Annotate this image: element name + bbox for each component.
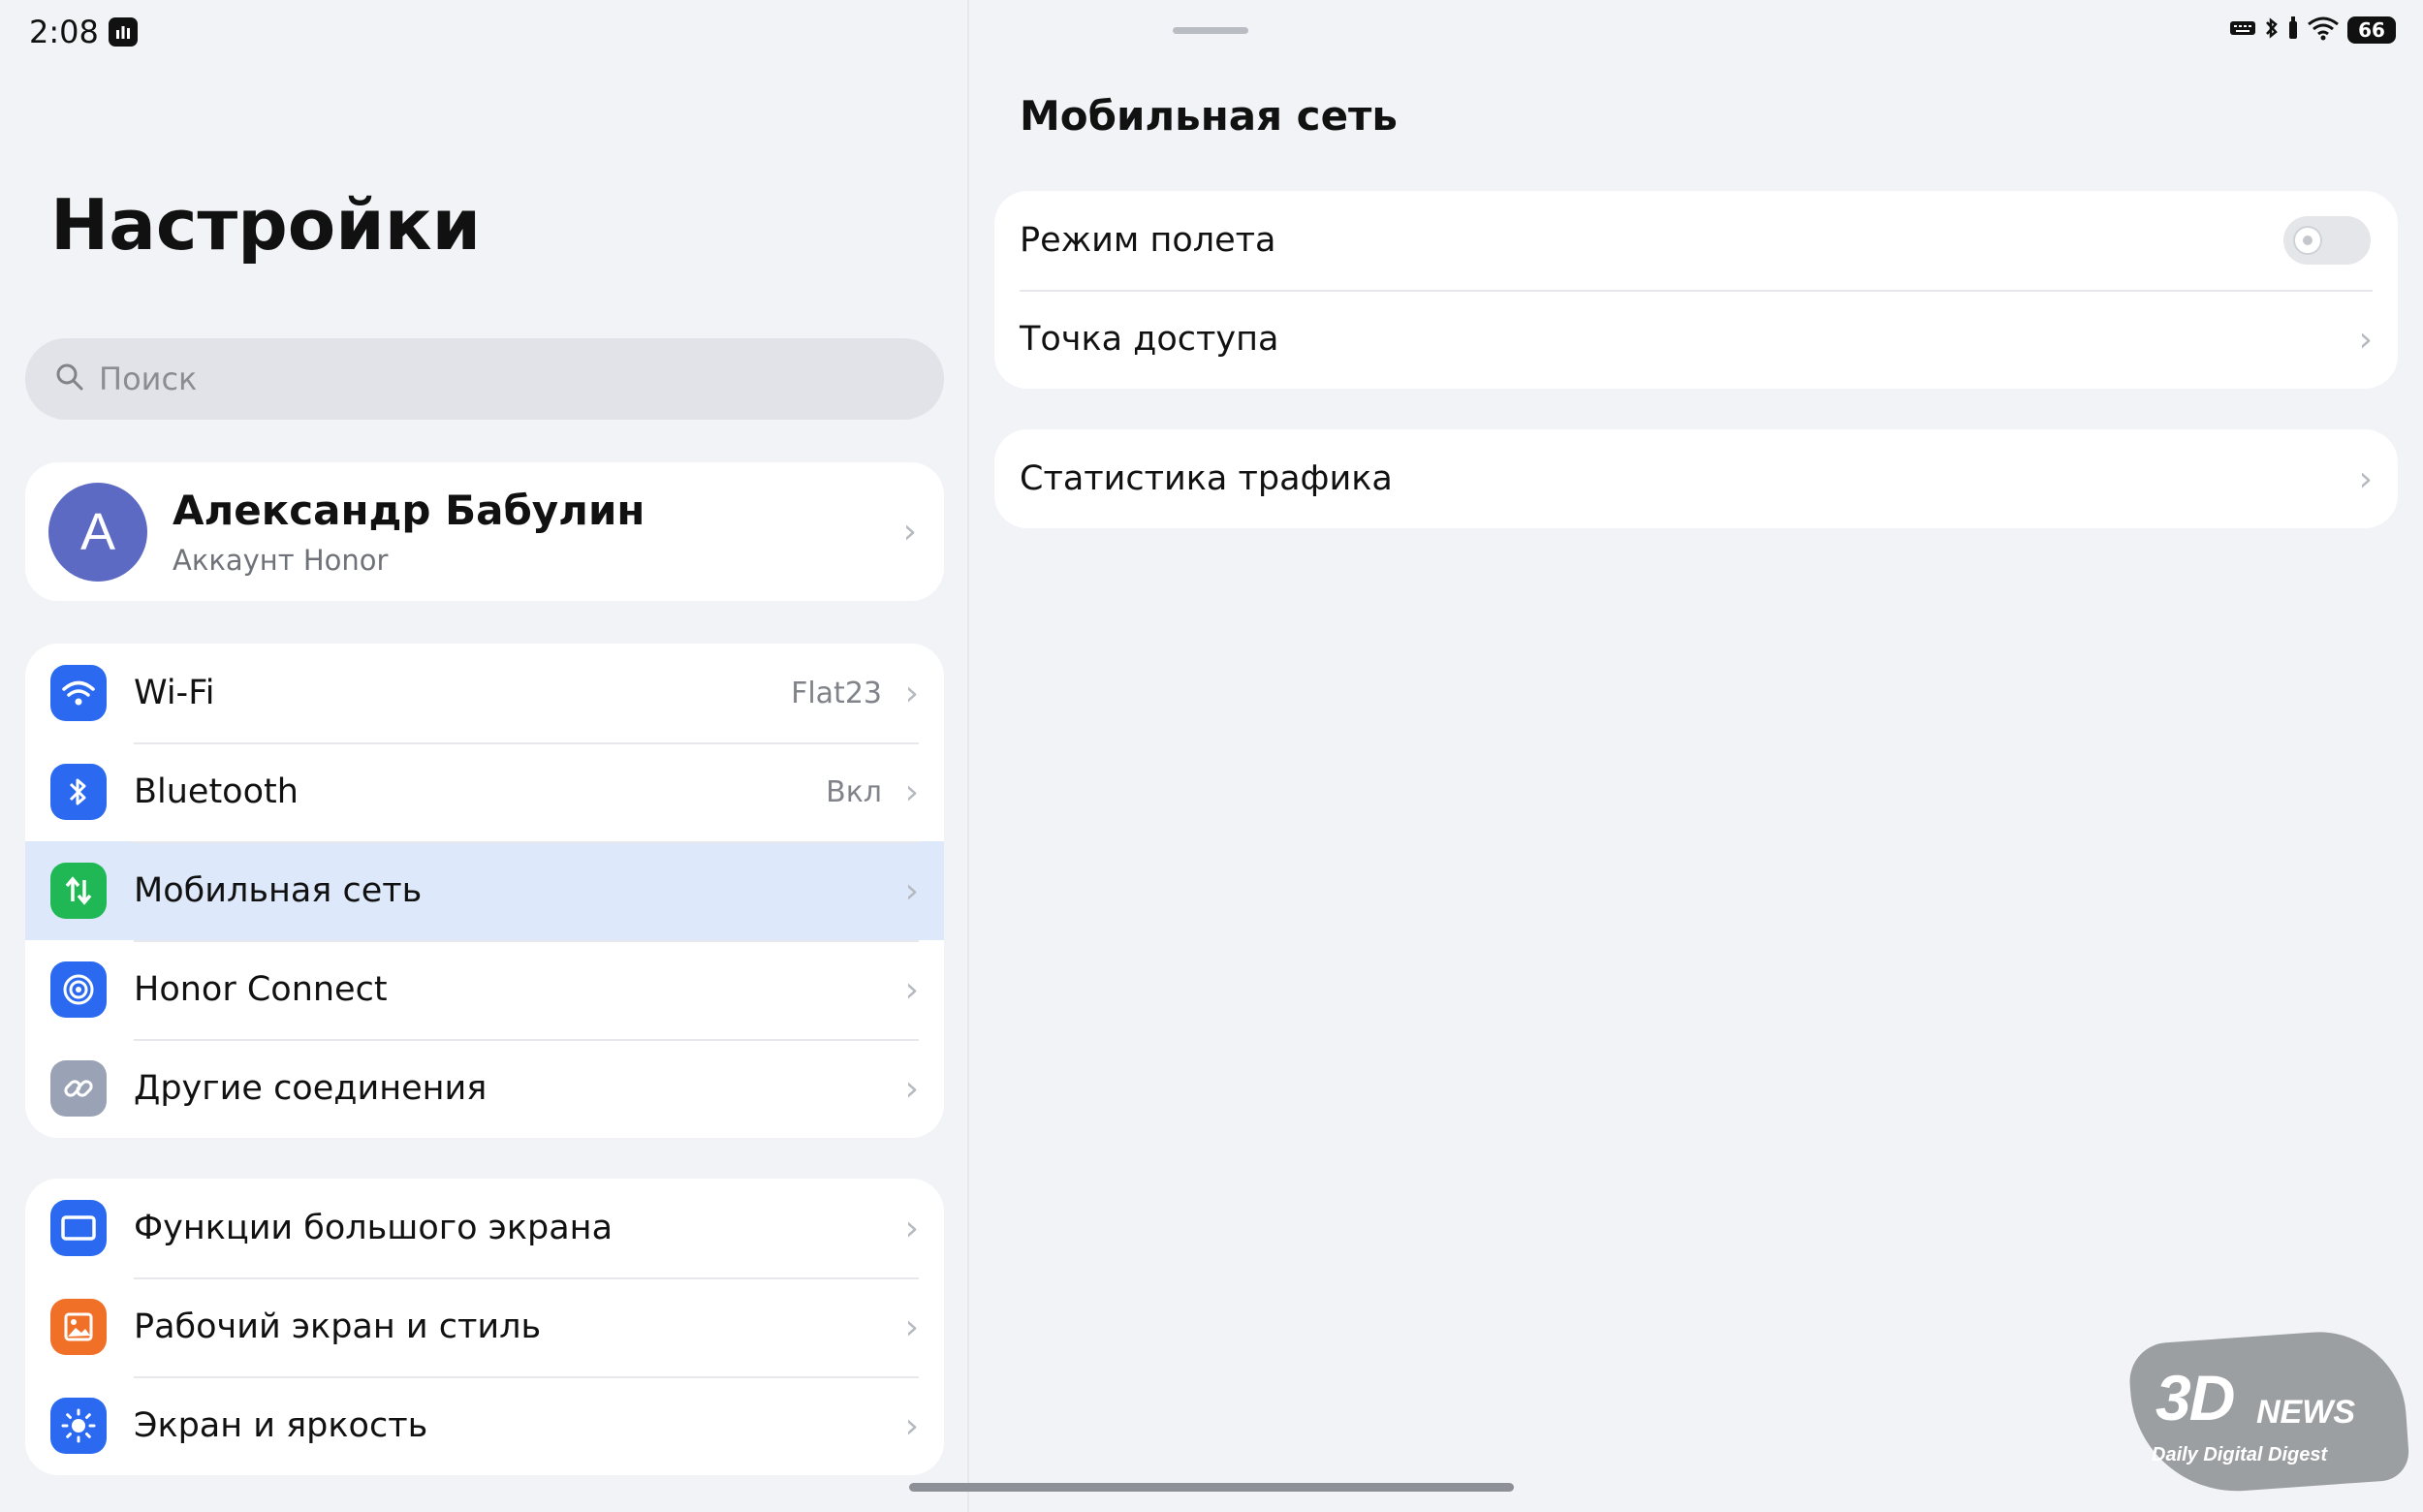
sidebar-item-other-connections[interactable]: Другие соединения ›: [25, 1039, 944, 1138]
wifi-icon: [50, 665, 107, 721]
connections-group: Wi-Fi Flat23 › Bluetooth Вкл › Мобильная…: [25, 644, 944, 1138]
chevron-right-icon: ›: [904, 673, 919, 713]
sidebar-item-wifi[interactable]: Wi-Fi Flat23 ›: [25, 644, 944, 742]
home-indicator[interactable]: [909, 1483, 1514, 1492]
wifi-status-icon: [2307, 16, 2340, 45]
sidebar-item-label: Мобильная сеть: [134, 871, 423, 910]
chevron-right-icon: ›: [904, 1068, 919, 1109]
wifi-network-name: Flat23: [791, 676, 882, 710]
sidebar-item-label: Wi-Fi: [134, 674, 215, 712]
watermark-brand-suffix: NEWS: [2256, 1394, 2355, 1431]
chevron-right-icon: ›: [904, 870, 919, 911]
chevron-right-icon: ›: [904, 772, 919, 812]
bluetooth-status: Вкл: [826, 774, 882, 809]
stylus-icon: [2287, 16, 2299, 45]
chevron-right-icon: ›: [2358, 458, 2373, 499]
watermark-tagline: Daily Digital Digest: [2152, 1444, 2328, 1465]
status-bar-time: 2:08: [29, 14, 138, 50]
airplane-mode-toggle[interactable]: [2283, 216, 2371, 265]
mobile-data-icon: [50, 863, 107, 919]
page-title: Настройки: [50, 184, 482, 266]
chevron-right-icon: ›: [2358, 319, 2373, 360]
chevron-right-icon: ›: [904, 1307, 919, 1347]
brightness-icon: [50, 1398, 107, 1454]
split-drag-handle[interactable]: [1173, 27, 1248, 34]
sidebar-item-mobile-network[interactable]: Мобильная сеть ›: [25, 841, 944, 940]
sidebar-item-label: Экран и яркость: [134, 1406, 428, 1445]
honor-connect-icon: [50, 961, 107, 1018]
account-name: Александр Бабулин: [173, 487, 645, 534]
chevron-right-icon: ›: [904, 969, 919, 1010]
sidebar-item-label: Другие соединения: [134, 1069, 488, 1108]
search-placeholder: Поиск: [99, 361, 198, 397]
chevron-right-icon: ›: [902, 512, 917, 551]
detail-title: Мобильная сеть: [1020, 92, 1398, 140]
battery-indicator: 66: [2347, 16, 2396, 44]
display-group: Функции большого экрана › Рабочий экран …: [25, 1179, 944, 1475]
keyboard-icon: [2229, 19, 2256, 41]
sidebar-item-label: Bluetooth: [134, 772, 299, 811]
notification-icon: [108, 17, 138, 47]
sidebar-item-display-brightness[interactable]: Экран и яркость ›: [25, 1376, 944, 1475]
clock: 2:08: [29, 14, 99, 50]
mobile-network-group: Режим полета Точка доступа ›: [994, 191, 2398, 389]
pane-divider: [967, 0, 969, 1512]
account-card[interactable]: А Александр Бабулин Аккаунт Honor ›: [25, 462, 944, 601]
airplane-mode-label: Режим полета: [1020, 221, 1276, 260]
wallpaper-icon: [50, 1299, 107, 1355]
bluetooth-status-icon: [2264, 16, 2280, 45]
chevron-right-icon: ›: [904, 1405, 919, 1446]
traffic-statistics-row[interactable]: Статистика трафика ›: [994, 429, 2398, 528]
search-icon: [54, 362, 85, 396]
airplane-mode-row[interactable]: Режим полета: [994, 191, 2398, 290]
sidebar-item-bluetooth[interactable]: Bluetooth Вкл ›: [25, 742, 944, 841]
search-input[interactable]: Поиск: [25, 338, 944, 420]
account-subtitle: Аккаунт Honor: [173, 544, 389, 577]
link-icon: [50, 1060, 107, 1117]
sidebar-item-honor-connect[interactable]: Honor Connect ›: [25, 940, 944, 1039]
sidebar-item-label: Honor Connect: [134, 970, 388, 1009]
hotspot-row[interactable]: Точка доступа ›: [994, 290, 2398, 389]
hotspot-label: Точка доступа: [1020, 320, 1279, 359]
traffic-group: Статистика трафика ›: [994, 429, 2398, 528]
status-bar-icons: 66: [2229, 16, 2396, 45]
watermark-brand: 3D: [2156, 1362, 2235, 1433]
chevron-right-icon: ›: [904, 1208, 919, 1248]
bluetooth-icon: [50, 764, 107, 820]
large-screen-icon: [50, 1200, 107, 1256]
traffic-statistics-label: Статистика трафика: [1020, 459, 1393, 498]
sidebar-item-large-screen[interactable]: Функции большого экрана ›: [25, 1179, 944, 1277]
sidebar-item-label: Рабочий экран и стиль: [134, 1307, 542, 1346]
sidebar-item-home-screen-style[interactable]: Рабочий экран и стиль ›: [25, 1277, 944, 1376]
watermark-logo: 3D NEWS Daily Digital Digest: [2126, 1326, 2411, 1498]
avatar: А: [48, 482, 147, 582]
sidebar-item-label: Функции большого экрана: [134, 1209, 614, 1247]
